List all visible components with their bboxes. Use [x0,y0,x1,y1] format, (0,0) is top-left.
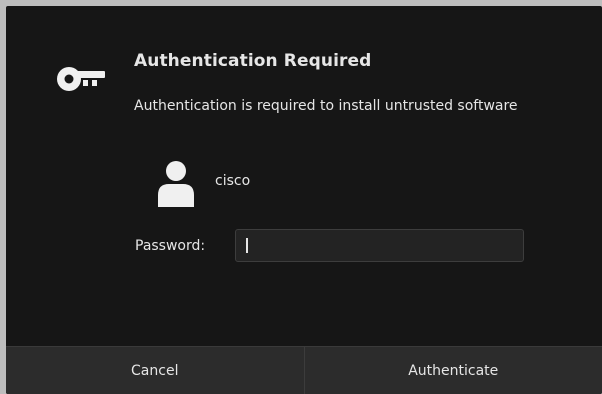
key-icon [57,67,105,91]
username-label: cisco [215,173,251,189]
auth-dialog: Authentication Required Authentication i… [6,6,602,394]
user-icon [158,161,194,207]
authenticate-button[interactable]: Authenticate [305,347,602,394]
button-bar: Cancel Authenticate [6,346,602,394]
password-field[interactable] [235,229,524,262]
password-label: Password: [135,238,206,254]
dialog-title: Authentication Required [134,51,372,71]
dialog-message: Authentication is required to install un… [134,98,518,114]
cancel-button[interactable]: Cancel [6,347,305,394]
window-frame: Authentication Required Authentication i… [0,0,602,394]
text-caret [246,238,248,253]
